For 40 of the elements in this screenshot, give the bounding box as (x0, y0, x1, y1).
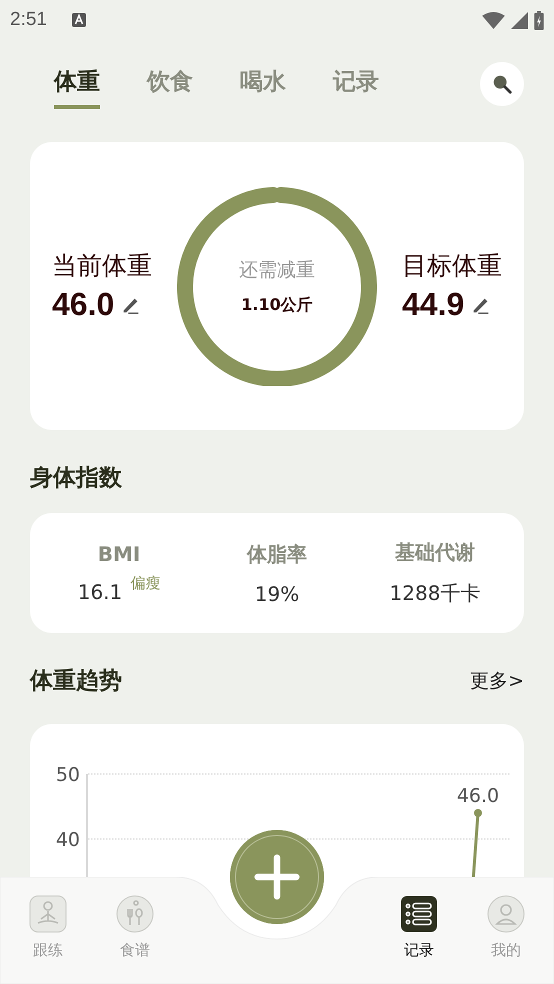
tab[interactable]: 记录 (333, 60, 379, 108)
list-icon (400, 895, 438, 933)
plus-icon (254, 854, 300, 900)
index-label: 体脂率 (247, 540, 307, 568)
tab[interactable]: 喝水 (240, 60, 286, 108)
section-title: 身体指数 (30, 464, 123, 493)
index-value: 16.1 (78, 580, 122, 604)
nav-item[interactable]: 食谱 (105, 895, 165, 960)
search-button[interactable] (480, 62, 524, 106)
tab[interactable]: 体重 (54, 60, 100, 108)
person-icon (487, 895, 525, 933)
tab[interactable]: 饮食 (147, 60, 193, 108)
target-weight-value: 44.9 (402, 286, 464, 323)
nav-item[interactable]: 跟练 (18, 895, 78, 960)
keyboard-notification-icon (70, 12, 87, 28)
more-link[interactable]: 更多> (470, 668, 524, 694)
battery-icon (534, 10, 544, 30)
section-title: 体重趋势 (30, 667, 122, 696)
remaining-value: 1.10公斤 (241, 294, 313, 316)
status-time: 2:51 (10, 9, 47, 31)
index-value: 19% (254, 582, 300, 606)
index-value: 1288千卡 (390, 580, 480, 607)
data-point (474, 809, 482, 817)
search-icon (491, 73, 513, 95)
y-axis-label: 50 (56, 764, 80, 786)
bmi-status: 偏瘦 (130, 574, 160, 593)
data-label: 46.0 (456, 785, 500, 807)
meditation-icon (29, 895, 67, 933)
index-label: BMI (98, 542, 140, 566)
current-weight-value: 46.0 (52, 286, 114, 323)
nav-item[interactable]: 记录 (389, 895, 449, 960)
nav-item[interactable]: 我的 (476, 895, 536, 960)
y-axis-label: 40 (56, 829, 80, 851)
current-weight-label: 当前体重 (52, 250, 152, 282)
remaining-label: 还需减重 (239, 258, 315, 282)
wifi-icon (482, 12, 505, 28)
fork-spoon-icon (116, 895, 154, 933)
index-label: 基础代谢 (395, 539, 475, 566)
signal-icon (511, 12, 528, 28)
target-weight-label: 目标体重 (402, 250, 502, 282)
